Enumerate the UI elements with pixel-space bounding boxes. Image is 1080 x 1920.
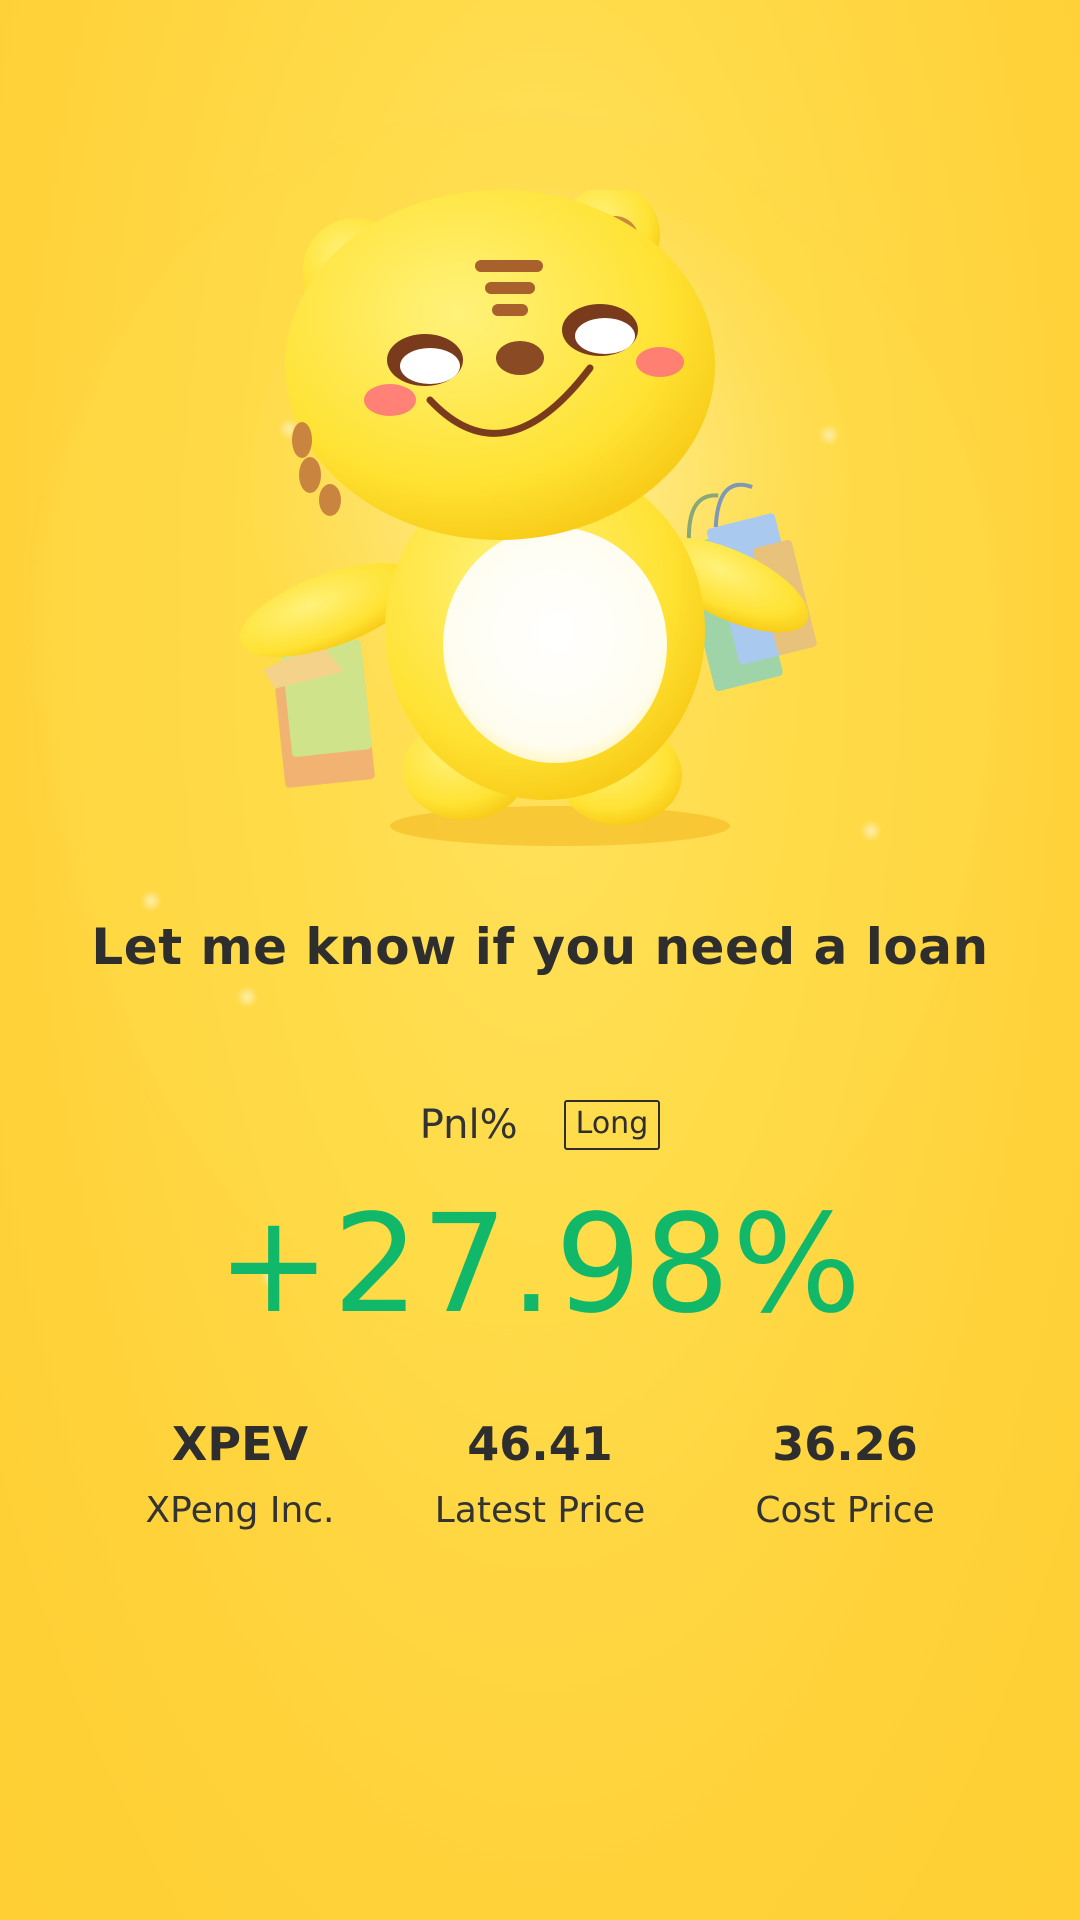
stat-symbol: XPEV XPeng Inc.: [90, 1412, 390, 1534]
latest-price-label: Latest Price: [434, 1490, 646, 1531]
cost-price-value: 36.26: [772, 1417, 918, 1471]
latest-price-value: 46.41: [467, 1417, 613, 1471]
pnl-percentage-value: +27.98%: [216, 1186, 864, 1344]
tiger-mascot-icon: [230, 185, 850, 850]
company-name: XPeng Inc.: [145, 1490, 335, 1531]
cost-price-label: Cost Price: [755, 1490, 935, 1531]
stat-cost-price: 36.26 Cost Price: [695, 1412, 995, 1534]
pnl-header: Pnl% Long: [0, 1100, 1080, 1150]
promo-headline: Let me know if you need a loan: [91, 918, 989, 976]
stock-symbol: XPEV: [171, 1417, 309, 1471]
position-stats: XPEV XPeng Inc. 46.41 Latest Price 36.26…: [0, 1412, 1080, 1552]
stat-latest-price: 46.41 Latest Price: [390, 1412, 690, 1534]
position-direction-badge: Long: [563, 1100, 661, 1150]
sparkle: [236, 986, 258, 1008]
sparkle: [860, 820, 882, 842]
pnl-label: Pnl%: [419, 1102, 518, 1148]
sparkle: [140, 890, 162, 912]
